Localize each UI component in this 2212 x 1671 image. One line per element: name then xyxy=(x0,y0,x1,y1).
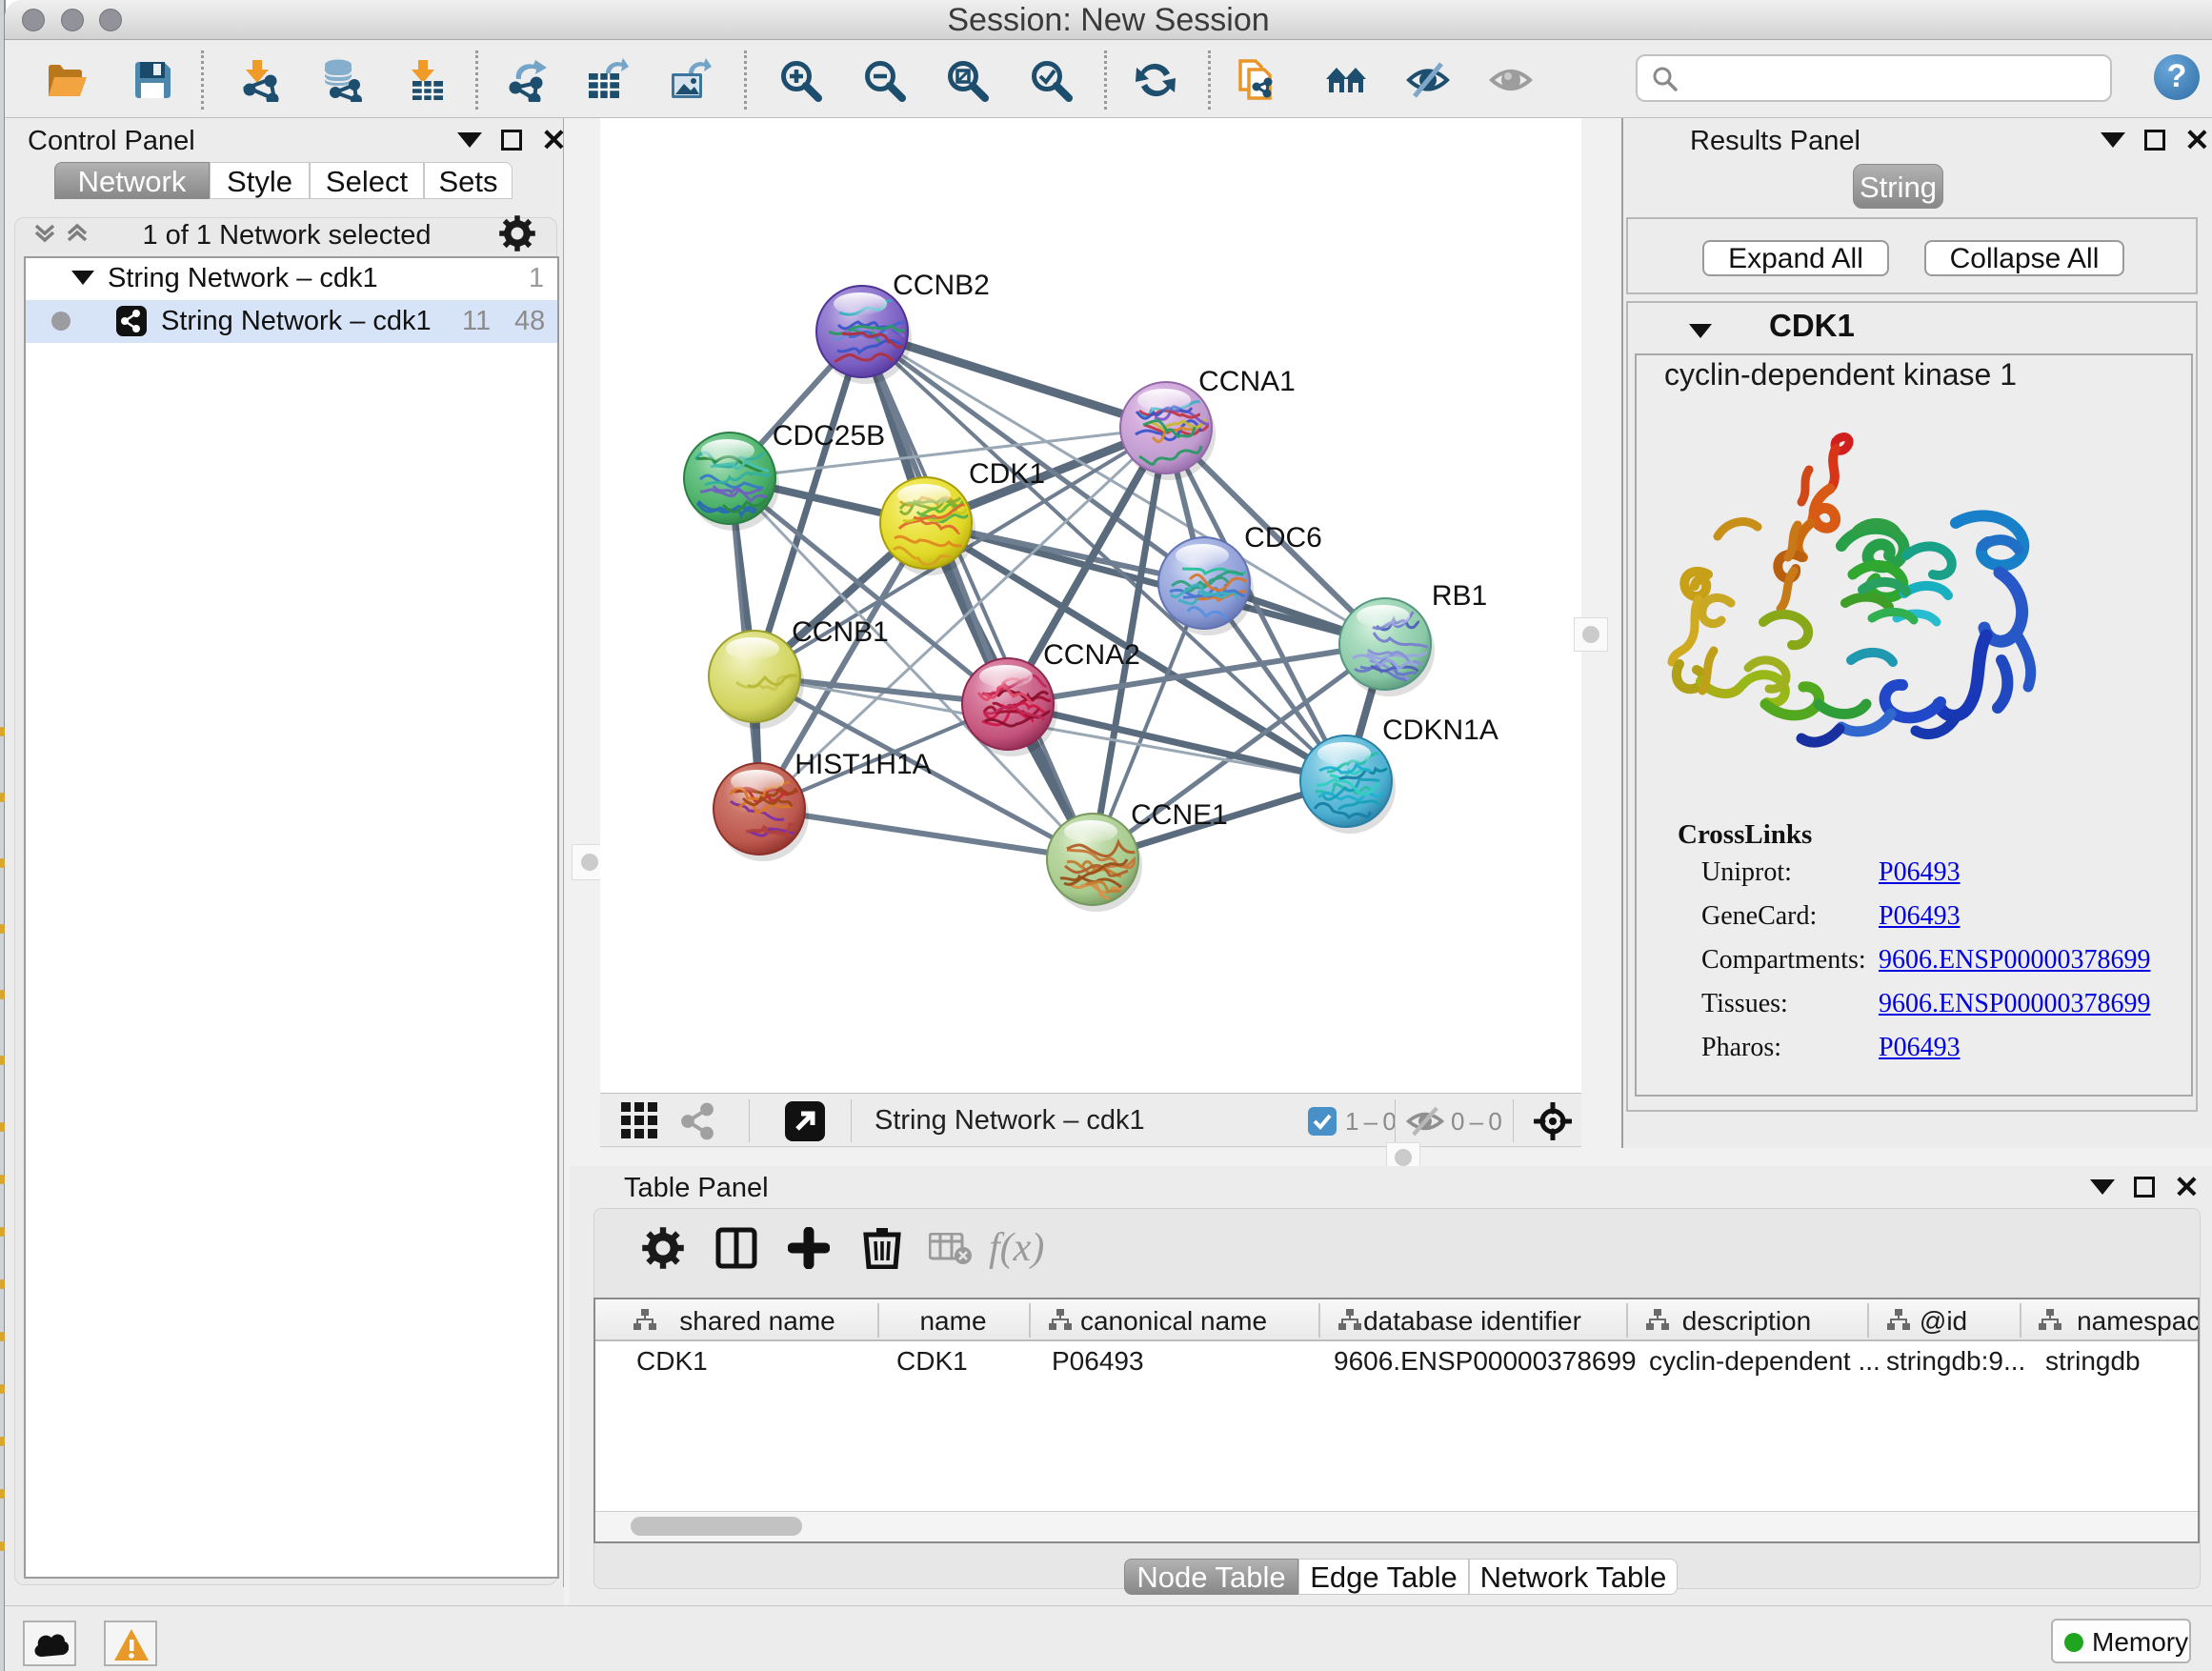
svg-text:CCNE1: CCNE1 xyxy=(1131,799,1228,831)
svg-text:RB1: RB1 xyxy=(1432,580,1487,612)
svg-text:CCNB1: CCNB1 xyxy=(792,616,889,648)
svg-text:CDC6: CDC6 xyxy=(1244,522,1322,554)
svg-text:CCNA2: CCNA2 xyxy=(1043,639,1140,671)
svg-text:HIST1H1A: HIST1H1A xyxy=(794,749,931,780)
svg-text:CCNA1: CCNA1 xyxy=(1198,366,1296,397)
svg-text:CDKN1A: CDKN1A xyxy=(1382,715,1498,746)
svg-text:CCNB2: CCNB2 xyxy=(893,270,990,301)
svg-text:CDK1: CDK1 xyxy=(969,458,1045,490)
svg-text:CDC25B: CDC25B xyxy=(773,420,885,452)
